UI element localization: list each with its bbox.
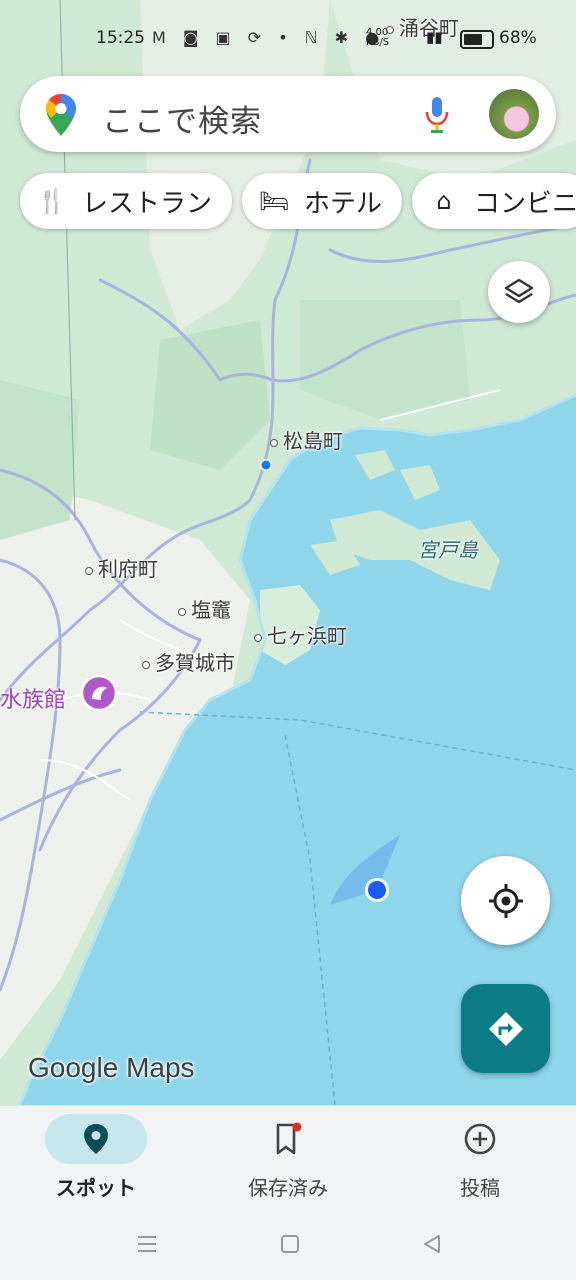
nav-item-spots[interactable]: スポット [0, 1106, 192, 1206]
bookmark-icon [276, 1122, 302, 1155]
directions-icon [488, 1011, 523, 1046]
nav-item-saved[interactable]: 保存済み [192, 1106, 384, 1206]
status-bar: 15:25 M ◙ ▣ ⟳ • ℕ ✱ ● 4.00 KB/S ▮▮ 68% [0, 22, 576, 58]
crosshair-icon [488, 883, 523, 918]
google-maps-logo: Google Maps [28, 1052, 195, 1083]
google-maps-pin-icon [46, 94, 76, 136]
nav-label-saved: 保存済み [248, 1176, 328, 1200]
map-label-miyatojima[interactable]: 宮戸島 [418, 534, 478, 563]
battery-percent: 68% [499, 28, 537, 48]
map-label-tagajo[interactable]: 多賀城市 [142, 647, 235, 676]
layers-icon [504, 278, 534, 304]
chip-hotel[interactable]: 🛏 ホテル [242, 173, 402, 229]
map-label-aquarium[interactable]: 水族館 [0, 682, 66, 714]
store-icon: ⌂ [436, 187, 452, 215]
bed-icon: 🛏 [258, 187, 290, 215]
system-nav-bar [0, 1205, 576, 1280]
layers-button[interactable] [488, 261, 550, 323]
nav-label-spots: スポット [56, 1176, 136, 1200]
map-label-matsushima[interactable]: 松島町 [270, 425, 343, 454]
nav-item-post[interactable]: 投稿 [384, 1106, 576, 1206]
nav-label-post: 投稿 [460, 1176, 500, 1200]
battery-icon [460, 30, 494, 49]
map-label-shichigahama[interactable]: 七ヶ浜町 [254, 620, 347, 649]
chip-convenience-store[interactable]: ⌂ コンビニ [412, 173, 576, 229]
map-label-rifu[interactable]: 利府町 [85, 553, 158, 582]
menu-icon[interactable] [136, 1233, 158, 1255]
pin-icon [84, 1124, 108, 1154]
home-icon[interactable] [279, 1233, 301, 1255]
chip-restaurant[interactable]: 🍴 レストラン [20, 173, 232, 229]
search-placeholder[interactable]: ここで検索 [102, 96, 262, 141]
network-speed: 4.00 KB/S [366, 27, 390, 48]
bottom-nav: スポット 保存済み 投稿 [0, 1105, 576, 1206]
add-circle-icon [464, 1123, 496, 1155]
status-icons: M ◙ ▣ ⟳ • ℕ ✱ ● [152, 28, 386, 47]
search-bar[interactable]: ここで検索 [20, 76, 556, 152]
status-time: 15:25 [96, 28, 145, 48]
mic-icon[interactable] [424, 96, 450, 134]
map-label-shiogama[interactable]: 塩竈 [178, 594, 231, 623]
my-location-button[interactable] [461, 856, 550, 945]
signal-icon: ▮▮ [426, 28, 443, 46]
directions-button[interactable] [461, 984, 550, 1073]
avatar[interactable] [489, 89, 539, 139]
back-icon[interactable] [421, 1233, 443, 1255]
fork-knife-icon: 🍴 [37, 187, 67, 215]
